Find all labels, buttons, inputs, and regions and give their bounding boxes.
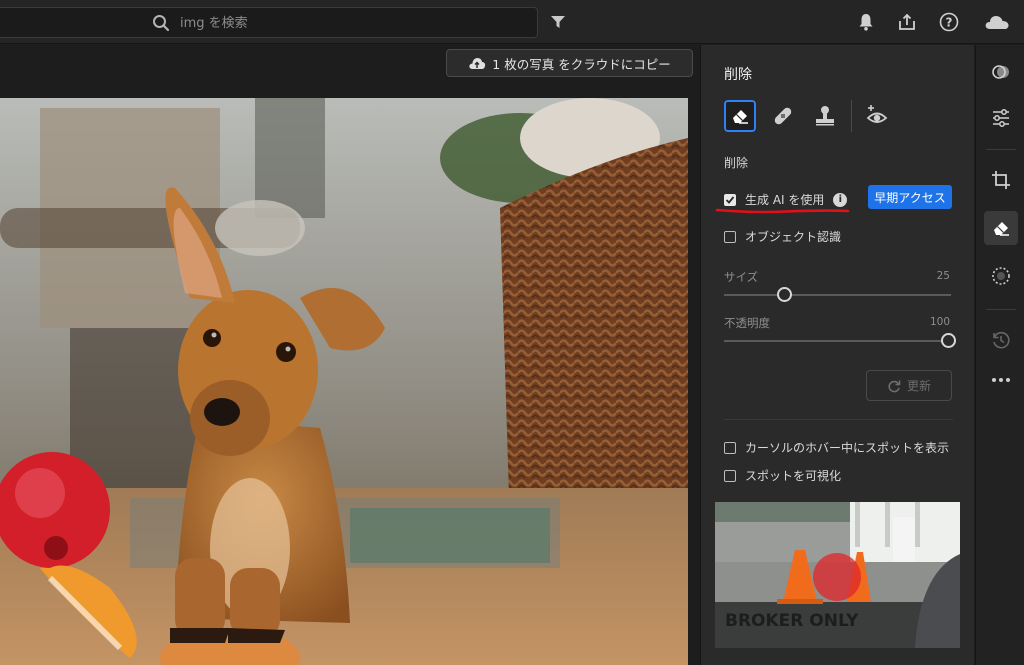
size-label: サイズ	[724, 270, 759, 284]
size-slider-track[interactable]	[724, 294, 951, 296]
search-icon	[153, 15, 170, 32]
crop-icon[interactable]	[984, 163, 1018, 197]
tool-clone[interactable]	[809, 100, 841, 132]
top-bar: ?	[0, 0, 1024, 44]
opacity-slider-track[interactable]	[724, 340, 951, 342]
search-input[interactable]	[180, 13, 520, 33]
generative-ai-checkbox[interactable]	[724, 193, 736, 206]
copy-to-cloud-button[interactable]: 1 枚の写真 をクラウドにコピー	[446, 49, 693, 77]
panel-title: 削除	[724, 67, 752, 83]
opacity-slider-thumb[interactable]	[941, 333, 956, 348]
early-access-button[interactable]: 早期アクセス	[868, 185, 952, 209]
tool-divider	[851, 100, 852, 132]
preview-image: BROKER ONLY	[715, 502, 960, 648]
preview-thumbnail: BROKER ONLY	[715, 502, 960, 648]
masking-icon[interactable]	[984, 259, 1018, 293]
size-slider-thumb[interactable]	[777, 287, 792, 302]
cloud-icon[interactable]	[983, 11, 1011, 33]
size-value: 25	[936, 270, 950, 282]
help-icon[interactable]: ?	[938, 11, 960, 33]
visualize-spots-label: スポットを可視化	[745, 469, 842, 483]
presets-icon[interactable]	[984, 55, 1018, 89]
bandage-icon	[774, 107, 792, 125]
object-detection-label: オブジェクト認識	[745, 230, 842, 244]
remove-eraser-icon[interactable]	[984, 211, 1018, 245]
search-box[interactable]	[0, 7, 538, 38]
dog-photo-image	[0, 98, 688, 665]
adjust-sliders-icon[interactable]	[984, 101, 1018, 135]
refresh-icon	[888, 380, 901, 392]
tool-rail	[975, 45, 1024, 665]
panel-divider	[724, 419, 953, 420]
refresh-button[interactable]: 更新	[866, 370, 952, 401]
object-detection-checkbox[interactable]	[724, 230, 736, 243]
show-spot-row[interactable]: カーソルのホバー中にスポットを表示	[724, 439, 949, 456]
section-label: 削除	[724, 156, 749, 170]
eraser-icon	[733, 110, 748, 124]
red-underline-annotation	[715, 208, 850, 214]
rail-separator	[986, 149, 1016, 150]
svg-text:?: ?	[946, 16, 953, 30]
show-spot-checkbox[interactable]	[724, 441, 736, 454]
show-spot-label: カーソルのホバー中にスポットを表示	[745, 441, 950, 455]
remove-tool-panel: 削除 削除 生成 AI を使用 i 早期アクセス オブジェクト認識 サイズ 25…	[700, 45, 974, 665]
thumbnail-text: BROKER ONLY	[725, 611, 859, 631]
share-icon[interactable]	[896, 11, 918, 33]
main-photo[interactable]	[0, 98, 688, 665]
notification-bell-icon[interactable]	[855, 11, 877, 33]
cloud-upload-icon	[469, 58, 486, 69]
copy-to-cloud-label: 1 枚の写真 をクラウドにコピー	[492, 56, 671, 72]
history-icon[interactable]	[984, 323, 1018, 357]
filter-icon[interactable]	[547, 11, 569, 33]
refresh-label: 更新	[906, 379, 931, 393]
info-icon[interactable]: i	[833, 192, 848, 207]
tool-red-eye[interactable]	[861, 100, 893, 132]
opacity-label: 不透明度	[724, 316, 770, 330]
more-options-icon[interactable]	[984, 363, 1018, 397]
visualize-spots-row[interactable]: スポットを可視化	[724, 467, 841, 484]
tool-heal[interactable]	[767, 100, 799, 132]
object-detection-row[interactable]: オブジェクト認識	[724, 228, 841, 245]
tool-remove[interactable]	[724, 100, 756, 132]
stamp-icon	[816, 106, 834, 126]
eye-add-icon	[866, 105, 888, 123]
opacity-value: 100	[929, 316, 950, 328]
rail-separator	[986, 309, 1016, 310]
visualize-spots-checkbox[interactable]	[724, 469, 736, 482]
